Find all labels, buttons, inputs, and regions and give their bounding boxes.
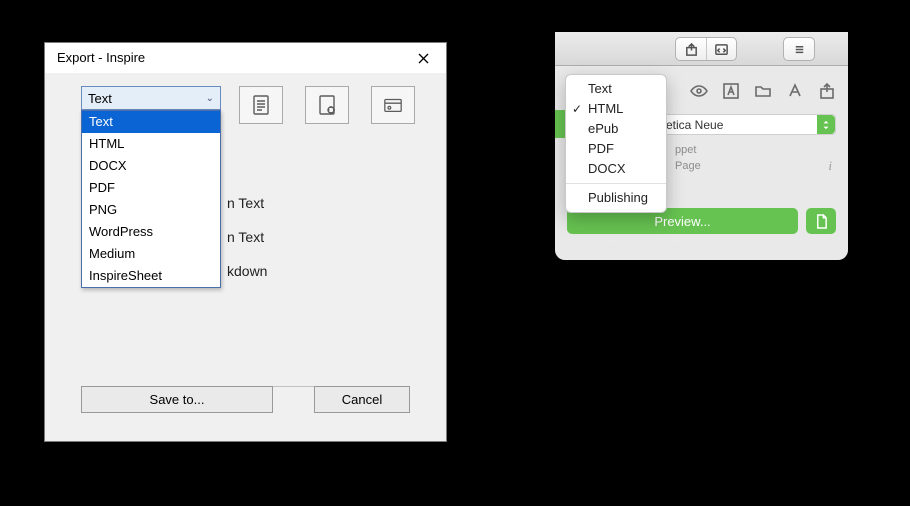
text-a-icon[interactable]: [786, 82, 804, 103]
save-to-label: Save to...: [150, 392, 205, 407]
export-up-icon: [684, 42, 699, 57]
eye-icon[interactable]: [690, 82, 708, 103]
export-format-menu[interactable]: TextHTMLePubPDFDOCX Publishing: [565, 74, 667, 213]
info-icon[interactable]: i: [828, 158, 832, 174]
toolbar-button[interactable]: [784, 38, 814, 60]
format-option[interactable]: PNG: [82, 199, 220, 221]
body-text-fragment: n Text: [227, 229, 264, 245]
cancel-label: Cancel: [342, 392, 382, 407]
toolbar-button[interactable]: [676, 38, 706, 60]
inspector-icon-strip: [690, 82, 836, 103]
mac-inspector-body: etica Neue ppet Page i TextHTMLePubPDFDO…: [555, 66, 848, 260]
export-menu-item[interactable]: Text: [566, 79, 666, 99]
format-combobox-value: Text: [88, 91, 112, 106]
toolbar-group-a: [675, 37, 737, 61]
font-picker[interactable]: etica Neue: [657, 114, 836, 135]
preview-label: Preview...: [654, 214, 710, 229]
font-picker-stepper[interactable]: [817, 115, 835, 134]
close-button[interactable]: [400, 43, 446, 73]
cancel-button[interactable]: Cancel: [314, 386, 410, 413]
format-option[interactable]: InspireSheet: [82, 265, 220, 287]
body-text-fragment: n Text: [227, 195, 264, 211]
preview-doc-button[interactable]: [806, 208, 836, 234]
menu-separator: [566, 183, 666, 184]
page-icon: [251, 94, 271, 116]
page-gear-icon: [317, 94, 337, 116]
export-mode-button-1[interactable]: [239, 86, 283, 124]
export-dialog: Export - Inspire Text ⌄ TextHTMLDOCXPDFP…: [44, 42, 447, 442]
share-icon[interactable]: [818, 82, 836, 103]
export-menu-item[interactable]: DOCX: [566, 159, 666, 179]
format-combobox-list[interactable]: TextHTMLDOCXPDFPNGWordPressMediumInspire…: [81, 110, 221, 288]
mac-toolbar: [555, 32, 848, 66]
folder-icon[interactable]: [754, 82, 772, 103]
format-combobox[interactable]: Text ⌄: [81, 86, 221, 110]
label-fragment: Page: [675, 160, 701, 172]
dialog-title: Export - Inspire: [57, 50, 145, 65]
close-icon: [418, 53, 429, 64]
format-option[interactable]: Text: [82, 111, 220, 133]
dialog-titlebar: Export - Inspire: [45, 43, 446, 73]
format-option[interactable]: HTML: [82, 133, 220, 155]
format-option[interactable]: WordPress: [82, 221, 220, 243]
chevron-down-icon: ⌄: [206, 93, 214, 104]
export-mode-button-3[interactable]: [371, 86, 415, 124]
stepper-icon: [822, 120, 830, 130]
label-fragment: ppet: [675, 144, 696, 156]
mac-inspector-window: etica Neue ppet Page i TextHTMLePubPDFDO…: [555, 32, 848, 260]
body-text-fragment: kdown: [227, 263, 267, 279]
save-to-button[interactable]: Save to...: [81, 386, 273, 413]
export-menu-item[interactable]: ePub: [566, 119, 666, 139]
terminal-text-fragment: d at work as well.: [567, 240, 702, 254]
font-picker-value: etica Neue: [658, 118, 817, 132]
format-option[interactable]: PDF: [82, 177, 220, 199]
text-format-icon[interactable]: [722, 82, 740, 103]
export-menu-item[interactable]: PDF: [566, 139, 666, 159]
dialog-body: Text ⌄ TextHTMLDOCXPDFPNGWordPressMedium…: [45, 73, 446, 441]
document-icon: [815, 214, 828, 229]
export-menu-item[interactable]: HTML: [566, 99, 666, 119]
toolbar-button[interactable]: [706, 38, 736, 60]
format-option[interactable]: DOCX: [82, 155, 220, 177]
export-menu-item-publishing[interactable]: Publishing: [566, 188, 666, 208]
window-icon: [383, 94, 403, 116]
format-option[interactable]: Medium: [82, 243, 220, 265]
export-mode-button-2[interactable]: [305, 86, 349, 124]
list-icon: [792, 42, 807, 57]
code-icon: [714, 42, 729, 57]
toolbar-group-b: [783, 37, 815, 61]
